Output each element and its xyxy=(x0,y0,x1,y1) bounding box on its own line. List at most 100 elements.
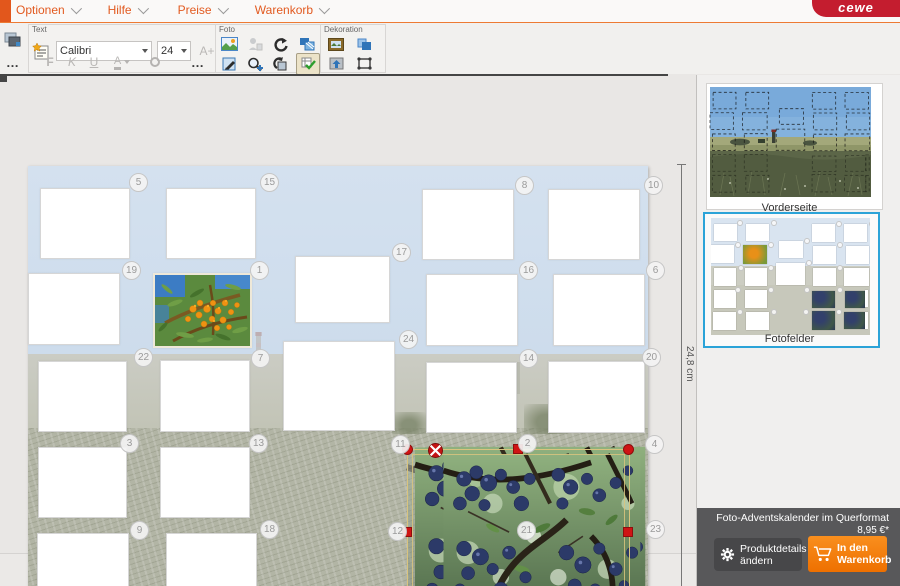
mini-door xyxy=(746,224,769,242)
font-color-button[interactable]: A xyxy=(109,52,135,72)
gear-icon xyxy=(720,547,735,562)
door-number-badge: 22 xyxy=(134,348,153,367)
mini-door-badge-dot xyxy=(837,265,843,271)
calendar-door-13[interactable] xyxy=(160,447,250,518)
calendar-door-9[interactable] xyxy=(37,533,129,586)
calendar-door-19[interactable] xyxy=(28,273,120,345)
dekoration-group: Dekoration xyxy=(320,24,386,73)
dekoration-group-label: Dekoration xyxy=(324,25,363,34)
mini-door xyxy=(813,246,836,264)
door-number-badge: 17 xyxy=(392,243,411,262)
menu-item-hilfe[interactable]: Hilfe xyxy=(108,3,146,17)
height-dimension-label: 24,8 cm xyxy=(684,346,695,382)
photo-zoom-icon[interactable] xyxy=(244,54,266,74)
menu-item-preise[interactable]: Preise xyxy=(178,3,226,17)
more-tools-button[interactable]: … xyxy=(2,52,24,72)
pages-sidebar: Vorderseite Fotofelder Foto-Adventskalen… xyxy=(696,75,900,586)
calendar-door-20[interactable] xyxy=(548,361,645,433)
more-text-options-button[interactable]: … xyxy=(187,52,209,72)
selection-resize-handle[interactable] xyxy=(623,527,633,537)
calendar-door-5[interactable] xyxy=(40,188,130,259)
swap-photo-icon[interactable] xyxy=(296,34,318,54)
door-number-badge: 8 xyxy=(515,176,534,195)
calendar-door-8[interactable] xyxy=(422,189,514,260)
paste-photo-icon[interactable] xyxy=(244,34,266,54)
mini-door xyxy=(714,224,737,242)
photo-stack-icon[interactable] xyxy=(2,30,24,50)
selection-resize-handle[interactable] xyxy=(623,444,634,455)
calendar-page[interactable]: 515810171911662272414203131124122123918 xyxy=(28,166,648,586)
fotofelder-label: Fotofelder xyxy=(705,333,874,345)
height-dimension-line xyxy=(681,164,682,586)
door-number-badge: 15 xyxy=(260,173,279,192)
calendar-door-6[interactable] xyxy=(553,274,645,346)
border-frame-icon[interactable] xyxy=(353,53,375,73)
door-number-badge: 13 xyxy=(249,434,268,453)
door-number-badge: 11 xyxy=(391,435,410,454)
mini-door xyxy=(865,290,868,307)
show-photo-fields-toggle[interactable] xyxy=(296,53,320,75)
calendar-door-1[interactable] xyxy=(153,273,252,348)
chevron-down-icon xyxy=(217,3,228,14)
mini-door xyxy=(812,311,835,330)
door-number-badge: 16 xyxy=(519,261,538,280)
rotate-left-icon[interactable] xyxy=(270,54,292,74)
mini-door-badge-dot xyxy=(869,287,870,293)
app-icon[interactable] xyxy=(0,0,11,22)
calendar-door-17[interactable] xyxy=(295,256,390,323)
bush xyxy=(392,412,426,434)
mini-door-badge-dot xyxy=(768,287,774,293)
mini-door xyxy=(779,241,803,258)
calendar-door-22[interactable] xyxy=(38,361,127,432)
door-number-badge: 12 xyxy=(388,522,407,541)
add-to-cart-button[interactable]: In denWarenkorb xyxy=(808,536,887,572)
calendar-door-16[interactable] xyxy=(426,274,518,346)
mini-door-badge-dot xyxy=(837,287,843,293)
text-group-label: Text xyxy=(32,25,47,34)
page-thumbnail-fotofelder-selected[interactable]: Fotofelder xyxy=(703,212,880,348)
insert-photo-icon[interactable] xyxy=(218,34,240,54)
door-number-badge: 6 xyxy=(646,261,665,280)
calendar-door-7[interactable] xyxy=(160,360,250,432)
calendar-door-3[interactable] xyxy=(38,447,127,518)
cewe-photo-software-window: cewe OptionenHilfePreiseWarenkorb … Text… xyxy=(0,0,900,586)
picture-frame-icon[interactable] xyxy=(325,34,347,54)
copy-style-icon[interactable] xyxy=(353,34,375,54)
door-number-badge: 24 xyxy=(399,330,418,349)
workspace-corner-mark xyxy=(0,76,7,82)
calendar-door-18[interactable] xyxy=(166,533,257,586)
calendar-door-15[interactable] xyxy=(166,188,256,259)
door-number-badge: 3 xyxy=(120,434,139,453)
mini-door-badge-dot xyxy=(737,220,743,226)
text-effect-button[interactable] xyxy=(143,52,169,72)
menu-bar: cewe OptionenHilfePreiseWarenkorb xyxy=(0,0,900,23)
move-handle-icon[interactable] xyxy=(428,443,443,458)
background-image-icon[interactable] xyxy=(325,53,347,73)
calendar-door-10[interactable] xyxy=(548,189,640,260)
rotate-right-icon[interactable] xyxy=(270,34,292,54)
page-thumbnail-vorderseite[interactable] xyxy=(706,83,883,210)
foto-group-label: Foto xyxy=(219,25,235,34)
underline-button[interactable]: U xyxy=(87,52,101,72)
door-number-badge: 1 xyxy=(250,261,269,280)
chevron-down-icon xyxy=(70,3,81,14)
mini-door xyxy=(714,290,736,308)
mini-door xyxy=(745,268,768,286)
product-details-button[interactable]: Produktdetailsändern xyxy=(714,538,802,571)
bold-button[interactable]: F xyxy=(43,52,57,72)
mini-door xyxy=(844,268,868,286)
product-panel: Foto-Adventskalender im Querformat 8,95 … xyxy=(697,508,900,586)
mini-door-badge-dot xyxy=(771,309,777,315)
chevron-down-icon xyxy=(137,3,148,14)
calendar-door-24[interactable] xyxy=(283,341,395,431)
cart-icon xyxy=(813,545,833,563)
calendar-door-14[interactable] xyxy=(426,362,517,433)
edit-photo-icon[interactable] xyxy=(218,54,240,74)
menu-item-optionen[interactable]: Optionen xyxy=(16,3,79,17)
calendar-door-21[interactable] xyxy=(546,533,628,586)
mini-door xyxy=(846,246,869,264)
menu-item-warenkorb[interactable]: Warenkorb xyxy=(255,3,327,17)
mini-door xyxy=(813,268,836,286)
door-number-badge: 5 xyxy=(129,173,148,192)
italic-button[interactable]: K xyxy=(65,52,79,72)
